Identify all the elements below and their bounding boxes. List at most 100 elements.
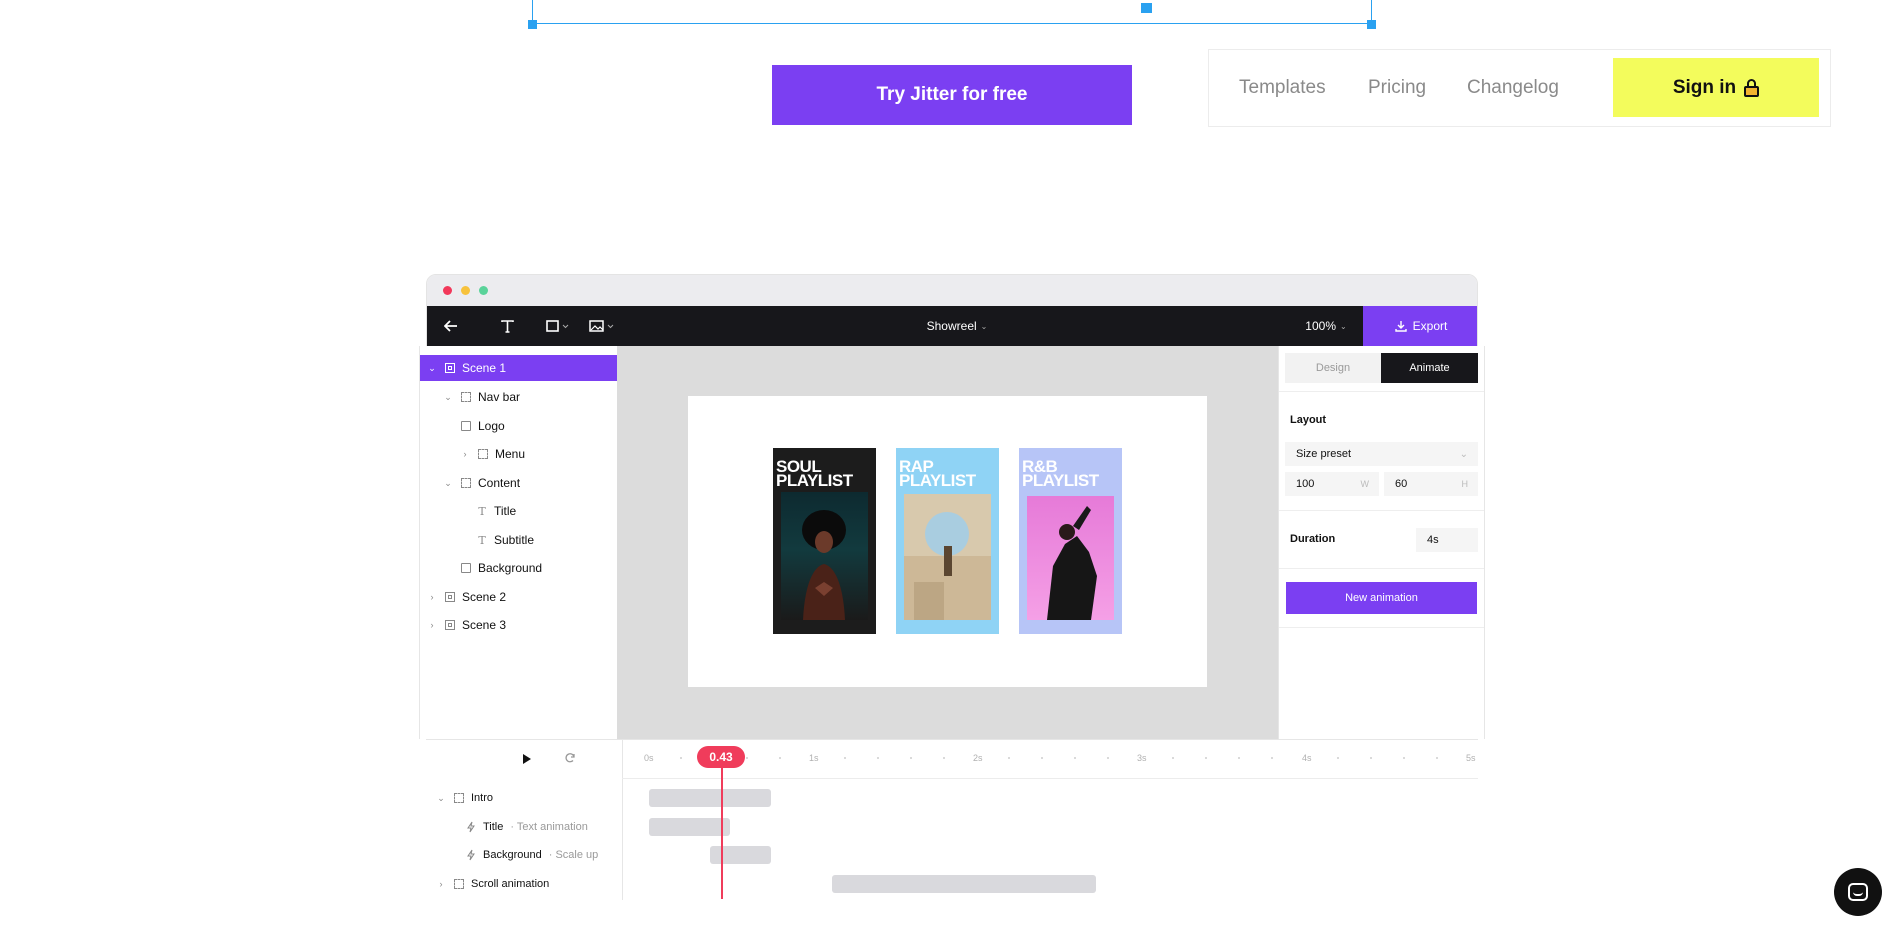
- try-jitter-button[interactable]: Try Jitter for free: [772, 65, 1132, 125]
- timeline-tracks-list: ⌄ Intro Title · Text animation Backgroun…: [426, 740, 623, 900]
- timeline-row-scroll-animation[interactable]: › Scroll animation: [435, 871, 550, 897]
- loop-icon[interactable]: [564, 751, 576, 769]
- width-input[interactable]: 100 W: [1285, 472, 1379, 496]
- chat-icon: [1848, 883, 1868, 901]
- selection-handle[interactable]: [1141, 3, 1152, 13]
- sign-in-button[interactable]: Sign in: [1613, 58, 1819, 117]
- scene-icon: [445, 592, 455, 602]
- chevron-down-icon[interactable]: ⌄: [442, 392, 454, 403]
- tick-mark: [1238, 757, 1240, 759]
- artboard[interactable]: SOUL PLAYLIST RAP PLAYLIST R&B PLAYLIST: [688, 396, 1207, 687]
- tab-design[interactable]: Design: [1285, 353, 1381, 383]
- timeline-clip-title[interactable]: [649, 818, 730, 836]
- layer-label: Menu: [495, 447, 526, 461]
- poster-title: SOUL PLAYLIST: [776, 457, 853, 490]
- chevron-right-icon[interactable]: ›: [426, 592, 438, 602]
- play-icon[interactable]: [522, 752, 532, 770]
- layer-logo[interactable]: Logo: [461, 413, 505, 439]
- tick-mark: [680, 757, 682, 759]
- shape-tool-icon[interactable]: [543, 306, 573, 346]
- nav-link-changelog[interactable]: Changelog: [1467, 50, 1559, 126]
- layer-scene-3[interactable]: › Scene 3: [426, 612, 507, 638]
- playhead-line[interactable]: [721, 752, 723, 899]
- chevron-down-icon[interactable]: ⌄: [426, 363, 438, 374]
- chevron-right-icon[interactable]: ›: [435, 879, 447, 889]
- poster-rnb-playlist[interactable]: R&B PLAYLIST: [1019, 448, 1122, 634]
- layer-label: Background: [478, 561, 543, 575]
- document-title-dropdown[interactable]: Showreel ⌄: [917, 306, 997, 346]
- image-tool-icon[interactable]: [587, 306, 617, 346]
- properties-panel: Design Animate Layout Size preset ⌄ 100 …: [1278, 346, 1485, 739]
- height-input[interactable]: 60 H: [1384, 472, 1478, 496]
- height-suffix: H: [1461, 479, 1469, 489]
- nav-link-pricing[interactable]: Pricing: [1368, 50, 1426, 126]
- layer-label: Nav bar: [478, 390, 521, 404]
- layer-label: Scene 2: [462, 590, 507, 604]
- selection-box-bottom-edge: [532, 23, 1372, 24]
- layer-scene-1[interactable]: ⌄ Scene 1: [420, 355, 617, 381]
- width-value: 100: [1296, 478, 1315, 490]
- tick-mark: [1041, 757, 1043, 759]
- nav-link-templates[interactable]: Templates: [1239, 50, 1326, 126]
- timeline-row-title[interactable]: Title · Text animation: [466, 814, 588, 840]
- tick-mark: [1337, 757, 1339, 759]
- timeline-clip-scroll-animation[interactable]: [832, 875, 1096, 893]
- document-title: Showreel: [926, 319, 977, 333]
- layer-title[interactable]: T Title: [477, 498, 516, 524]
- chevron-right-icon[interactable]: ›: [426, 620, 438, 630]
- poster-rap-playlist[interactable]: RAP PLAYLIST: [896, 448, 999, 634]
- tick-mark: [1008, 757, 1010, 759]
- image-icon: [461, 421, 471, 431]
- layer-nav-bar[interactable]: ⌄ Nav bar: [442, 384, 520, 410]
- height-value: 60: [1395, 478, 1408, 490]
- tab-animate[interactable]: Animate: [1381, 353, 1478, 383]
- image-icon: [461, 563, 471, 573]
- chevron-down-icon: ⌄: [1340, 321, 1347, 331]
- arrow-left-icon[interactable]: [441, 306, 461, 346]
- timeline-ruler[interactable]: 0s 1s 2s 3s 4s 5s: [622, 740, 1478, 779]
- chevron-down-icon[interactable]: ⌄: [435, 793, 447, 804]
- divider: [1279, 627, 1484, 628]
- timeline-clip-background[interactable]: [710, 846, 771, 864]
- poster-photo: [904, 494, 991, 620]
- track-sublabel: · Scale up: [548, 849, 599, 861]
- tick-mark: [844, 757, 846, 759]
- maximize-window-dot[interactable]: [479, 286, 488, 295]
- chevron-down-icon[interactable]: ⌄: [442, 478, 454, 489]
- chevron-right-icon[interactable]: ›: [459, 449, 471, 459]
- poster-soul-playlist[interactable]: SOUL PLAYLIST: [773, 448, 876, 634]
- duration-input[interactable]: 4s: [1416, 528, 1478, 552]
- layer-scene-2[interactable]: › Scene 2: [426, 584, 507, 610]
- chevron-down-icon: ⌄: [1459, 448, 1468, 460]
- text-tool-icon[interactable]: [497, 306, 517, 346]
- tick-mark: [1370, 757, 1372, 759]
- chat-launcher-button[interactable]: [1834, 868, 1882, 916]
- timeline-row-intro[interactable]: ⌄ Intro: [435, 785, 493, 811]
- text-icon: T: [478, 533, 486, 547]
- poster-title: R&B PLAYLIST: [1022, 457, 1099, 490]
- layer-subtitle[interactable]: T Subtitle: [477, 527, 534, 553]
- new-animation-button[interactable]: New animation: [1286, 582, 1477, 614]
- layer-content[interactable]: ⌄ Content: [442, 470, 520, 496]
- layer-label: Scene 1: [462, 361, 507, 375]
- zoom-dropdown[interactable]: 100% ⌄: [1296, 306, 1356, 346]
- timeline-row-background[interactable]: Background · Scale up: [466, 842, 598, 868]
- download-icon: [1394, 321, 1407, 332]
- tick-mark: [910, 757, 912, 759]
- minimize-window-dot[interactable]: [461, 286, 470, 295]
- playhead-time[interactable]: 0.43: [697, 746, 745, 768]
- selection-handle[interactable]: [1367, 20, 1376, 29]
- close-window-dot[interactable]: [443, 286, 452, 295]
- export-button[interactable]: Export: [1363, 306, 1477, 346]
- tick-label: 5s: [1466, 753, 1476, 763]
- poster-photo: [781, 492, 868, 620]
- size-preset-select[interactable]: Size preset ⌄: [1285, 442, 1478, 466]
- tick-mark: [1107, 757, 1109, 759]
- layer-menu[interactable]: › Menu: [459, 441, 526, 467]
- tick-label: 4s: [1302, 753, 1312, 763]
- properties-tabs: Design Animate: [1285, 353, 1478, 383]
- timeline-clip-intro[interactable]: [649, 789, 771, 807]
- layer-background[interactable]: Background: [461, 555, 542, 581]
- selection-handle[interactable]: [528, 20, 537, 29]
- tick-label: 1s: [809, 753, 819, 763]
